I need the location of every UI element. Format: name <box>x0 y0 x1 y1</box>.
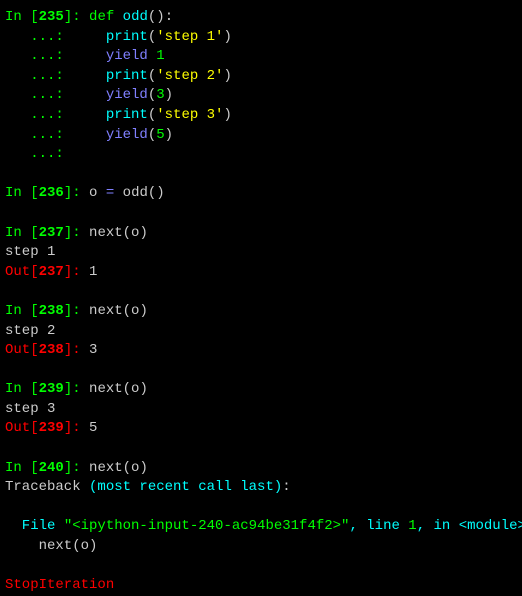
continuation-line: ...: yield 1 <box>5 47 517 67</box>
continuation-line: ...: yield(5) <box>5 126 517 146</box>
blank-line <box>5 361 517 381</box>
traceback-exception: StopIteration <box>5 576 517 596</box>
input-line: In [237]: next(o) <box>5 224 517 244</box>
continuation-line: ...: print('step 3') <box>5 106 517 126</box>
continuation-line: ...: print('step 1') <box>5 28 517 48</box>
input-line: In [238]: next(o) <box>5 302 517 322</box>
stdout-line: step 1 <box>5 243 517 263</box>
continuation-line: ...: yield(3) <box>5 86 517 106</box>
stdout-line: step 2 <box>5 322 517 342</box>
continuation-line: ...: print('step 2') <box>5 67 517 87</box>
blank-line <box>5 498 517 518</box>
blank-line <box>5 557 517 577</box>
blank-line <box>5 439 517 459</box>
blank-line <box>5 165 517 185</box>
output-line: Out[239]: 5 <box>5 419 517 439</box>
stdout-line: step 3 <box>5 400 517 420</box>
input-line: In [239]: next(o) <box>5 380 517 400</box>
output-line: Out[237]: 1 <box>5 263 517 283</box>
blank-line <box>5 204 517 224</box>
continuation-line: ...: <box>5 145 517 165</box>
input-line: In [240]: next(o) <box>5 459 517 479</box>
traceback-header: Traceback (most recent call last): <box>5 478 517 498</box>
input-line: In [235]: def odd(): <box>5 8 517 28</box>
input-line: In [236]: o = odd() <box>5 184 517 204</box>
output-line: Out[238]: 3 <box>5 341 517 361</box>
traceback-code-line: next(o) <box>5 537 517 557</box>
terminal-output: In [235]: def odd(): ...: print('step 1'… <box>5 8 517 596</box>
blank-line <box>5 282 517 302</box>
traceback-file-line: File "<ipython-input-240-ac94be31f4f2>",… <box>5 517 517 537</box>
